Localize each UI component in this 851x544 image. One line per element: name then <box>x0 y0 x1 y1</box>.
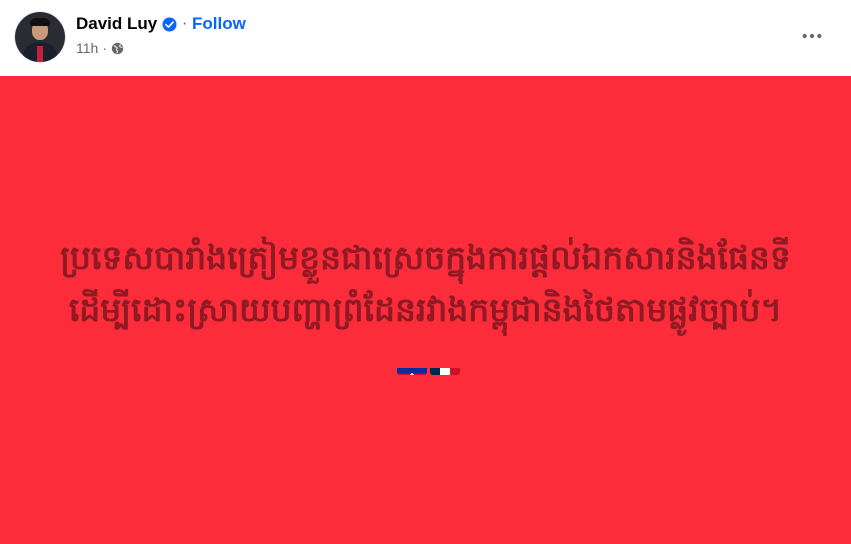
facebook-post: David Luy · Follow 11h · ប្រទេសបារាំងត្រ… <box>0 0 851 544</box>
avatar[interactable] <box>15 12 65 62</box>
post-text: ប្រទេសបារាំងត្រៀមខ្លួនជាស្រេចក្នុងការផ្ត… <box>46 232 806 388</box>
meta-separator: · <box>102 40 107 56</box>
cambodia-flag-icon <box>397 353 427 375</box>
author-separator: · <box>182 15 188 33</box>
follow-button[interactable]: Follow <box>192 14 246 34</box>
post-timestamp[interactable]: 11h <box>76 40 98 56</box>
more-options-button[interactable] <box>796 20 828 52</box>
flags <box>397 353 460 375</box>
avatar-hair <box>30 18 50 26</box>
post-header: David Luy · Follow 11h · <box>0 0 851 76</box>
more-options-icon <box>802 33 822 39</box>
avatar-tie <box>37 46 43 62</box>
globe-icon[interactable] <box>111 42 124 55</box>
france-flag-icon <box>430 353 460 375</box>
author-name[interactable]: David Luy <box>76 14 157 34</box>
author-line: David Luy · Follow <box>76 13 246 35</box>
post-background-card: ប្រទេសបារាំងត្រៀមខ្លួនជាស្រេចក្នុងការផ្ត… <box>0 76 851 544</box>
verified-check-icon <box>162 16 177 32</box>
post-message: ប្រទេសបារាំងត្រៀមខ្លួនជាស្រេចក្នុងការផ្ត… <box>60 238 791 329</box>
post-meta: 11h · <box>76 40 124 56</box>
